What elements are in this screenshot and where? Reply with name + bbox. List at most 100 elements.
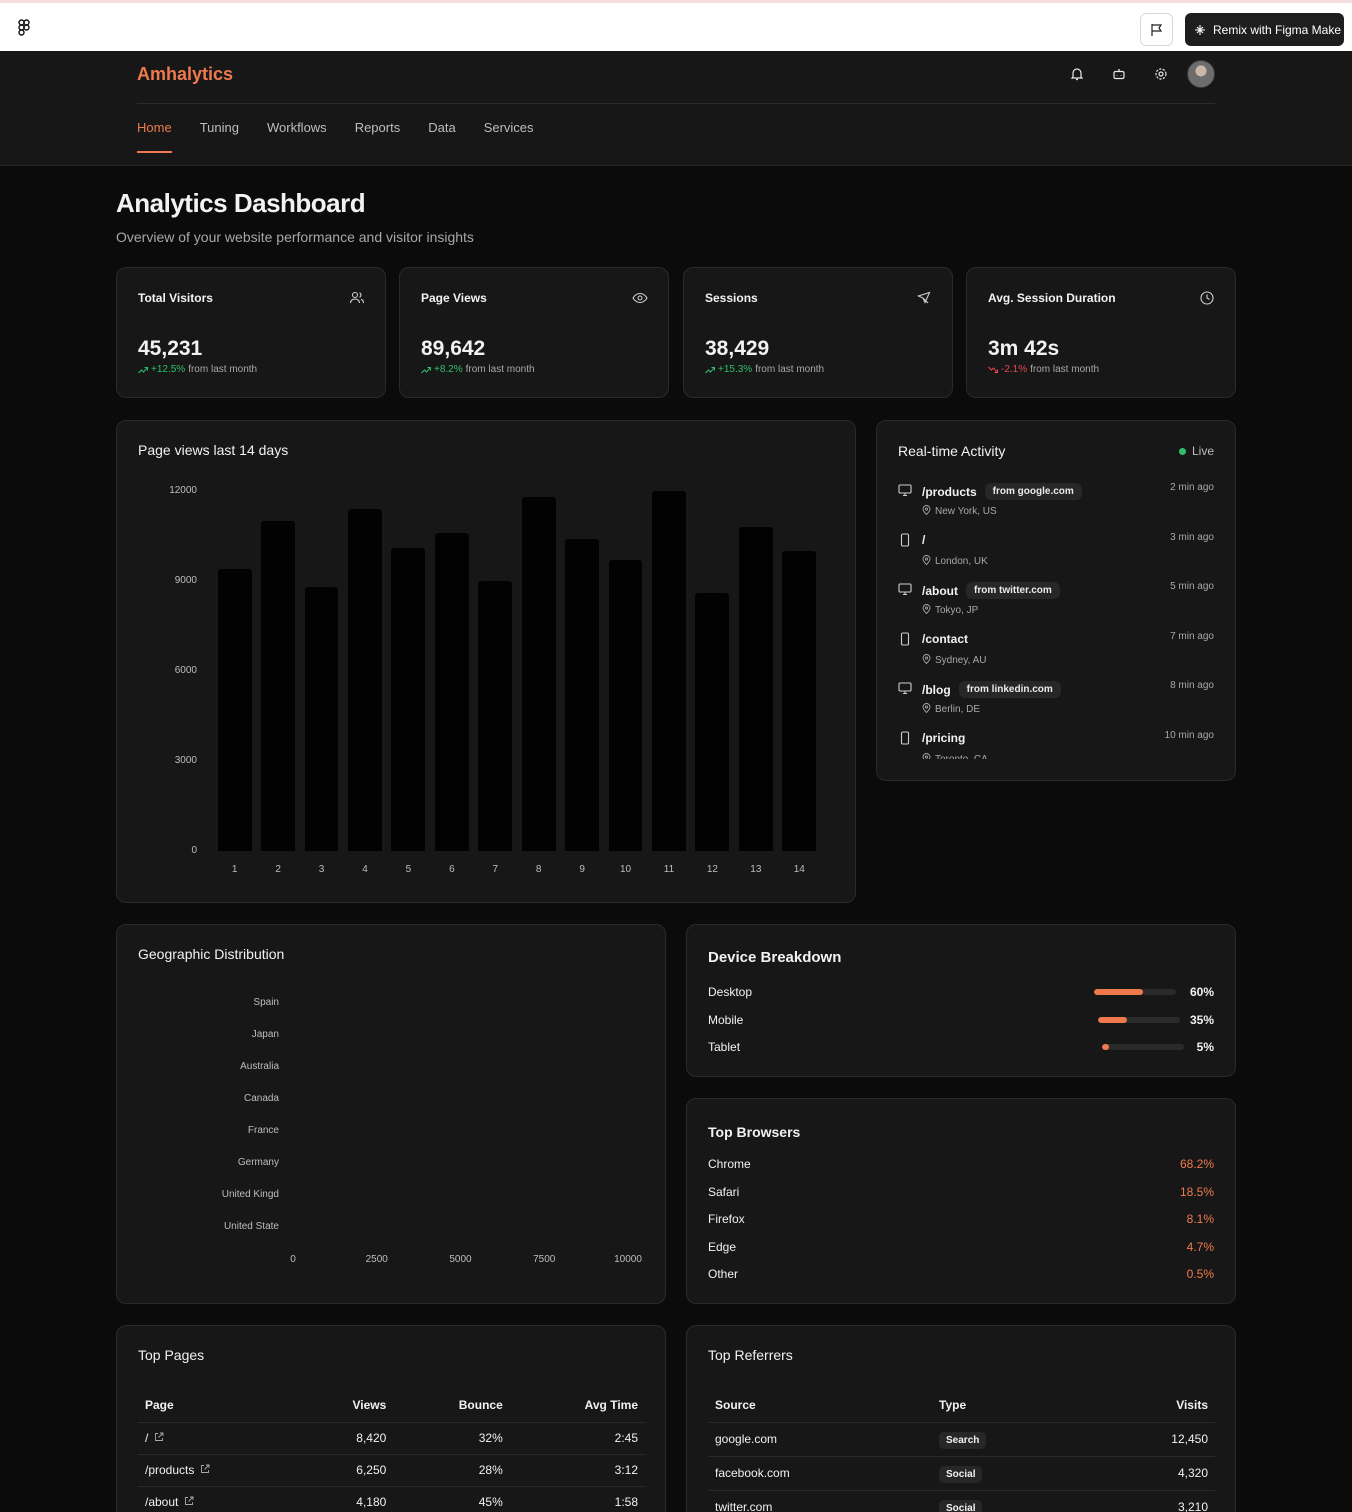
map-pin-icon bbox=[922, 653, 931, 667]
stat-card-pageviews: Page Views 89,642 +8.2% from last month bbox=[399, 267, 669, 398]
activity-item[interactable]: /blog from linkedin.com Berlin, DE 8 min ag… bbox=[898, 677, 1214, 721]
table-row[interactable]: twitter.com Social 3,210 bbox=[708, 1490, 1215, 1512]
feedback-button[interactable] bbox=[1140, 13, 1173, 46]
chart-bar[interactable] bbox=[782, 551, 817, 851]
type-cell: Social bbox=[932, 1490, 1087, 1512]
geo-country-label: Spain bbox=[253, 997, 279, 1008]
browser-row: Safari 18.5% bbox=[708, 1185, 1214, 1199]
mobile-icon bbox=[898, 632, 912, 646]
brand-logo[interactable]: Amhalytics bbox=[137, 64, 233, 85]
figma-logo-icon[interactable] bbox=[16, 19, 32, 37]
settings-button[interactable] bbox=[1152, 65, 1170, 83]
activity-time: 2 min ago bbox=[1170, 482, 1214, 493]
browser-name: Safari bbox=[708, 1184, 740, 1199]
device-name: Tablet bbox=[708, 1040, 741, 1054]
x-axis-tick: 5 bbox=[405, 864, 412, 875]
table-row[interactable]: facebook.com Social 4,320 bbox=[708, 1456, 1215, 1491]
chart-bar[interactable] bbox=[391, 548, 426, 851]
activity-item[interactable]: /products from google.com New York, US 2 mi… bbox=[898, 479, 1214, 523]
browser-row: Chrome 68.2% bbox=[708, 1157, 1214, 1171]
nav-tab-reports[interactable]: Reports bbox=[355, 120, 401, 153]
geo-country-label: Canada bbox=[243, 1093, 279, 1104]
table-row[interactable]: / 8,420 32% 2:45 bbox=[138, 1422, 645, 1455]
map-pin-icon bbox=[922, 604, 931, 617]
activity-item[interactable]: /pricing Toronto, CA 10 min ago bbox=[898, 727, 1214, 759]
col-visits: Visits bbox=[1086, 1388, 1215, 1423]
activity-item[interactable]: /about from twitter.com Tokyo, JP 5 min ago bbox=[898, 578, 1214, 622]
table-row[interactable]: /about 4,180 45% 1:58 bbox=[138, 1486, 645, 1512]
type-cell: Social bbox=[932, 1456, 1087, 1491]
activity-list[interactable]: /products from google.com New York, US 2 mi… bbox=[898, 479, 1214, 759]
browser-name: Edge bbox=[708, 1239, 737, 1254]
activity-item[interactable]: /contact Sydney, AU 7 min ago bbox=[898, 628, 1214, 672]
chart-bar[interactable] bbox=[348, 509, 382, 851]
device-breakdown-card: Device Breakdown Desktop 60% Mobile 35% Tabl… bbox=[686, 924, 1236, 1077]
col-page: Page bbox=[138, 1388, 298, 1423]
nav-tab-workflows[interactable]: Workflows bbox=[267, 120, 327, 153]
chart-bar[interactable] bbox=[217, 569, 252, 851]
eye-icon bbox=[632, 292, 648, 304]
page-path[interactable]: / bbox=[145, 1431, 148, 1445]
x-axis-tick: 2 bbox=[275, 864, 281, 875]
browser-share: 18.5% bbox=[1179, 1184, 1214, 1199]
trend-down-icon bbox=[988, 366, 998, 373]
stat-change: -2.1% from last month bbox=[988, 364, 1099, 375]
activity-time: 10 min ago bbox=[1164, 730, 1214, 741]
top-referrers-table: Source Type Visits google.com Search 12,45… bbox=[708, 1388, 1215, 1512]
stat-label: Sessions bbox=[705, 291, 758, 305]
x-axis-tick: 11 bbox=[663, 864, 675, 875]
remix-button[interactable]: Remix with Figma Make bbox=[1185, 13, 1344, 46]
external-link-icon[interactable] bbox=[200, 1463, 210, 1477]
table-row[interactable]: google.com Search 12,450 bbox=[708, 1422, 1215, 1457]
page-path[interactable]: /products bbox=[145, 1463, 194, 1477]
device-progress-fill bbox=[1102, 1044, 1109, 1050]
activity-page: /blog from linkedin.com bbox=[922, 681, 1061, 699]
device-percent: 60% bbox=[1189, 985, 1214, 999]
stat-label: Page Views bbox=[421, 291, 487, 305]
bounce-cell: 28% bbox=[393, 1454, 510, 1487]
views-cell: 8,420 bbox=[297, 1422, 394, 1455]
chart-bar[interactable] bbox=[608, 560, 643, 851]
chart-bar[interactable] bbox=[521, 497, 556, 851]
table-row[interactable]: /products 6,250 28% 3:12 bbox=[138, 1454, 645, 1487]
y-axis-tick: 12000 bbox=[169, 485, 197, 496]
nav-tab-services[interactable]: Services bbox=[484, 120, 534, 153]
activity-page: /products from google.com bbox=[922, 483, 1082, 500]
chart-bar[interactable] bbox=[478, 581, 513, 851]
chart-bar[interactable] bbox=[434, 533, 469, 851]
browsers-title: Top Browsers bbox=[708, 1124, 801, 1140]
x-axis-tick: 3 bbox=[318, 864, 325, 875]
y-axis-tick: 6000 bbox=[174, 665, 197, 676]
page-path[interactable]: /about bbox=[145, 1495, 178, 1509]
external-link-icon[interactable] bbox=[184, 1495, 194, 1509]
type-badge: Social bbox=[939, 1500, 983, 1512]
flag-icon bbox=[1150, 23, 1162, 36]
device-progress-track bbox=[1094, 989, 1176, 995]
activity-location-text: Sydney, AU bbox=[935, 654, 987, 666]
desktop-icon bbox=[898, 483, 912, 497]
stat-card-duration: Avg. Session Duration 3m 42s -2.1% from … bbox=[966, 267, 1236, 398]
nav-tab-tuning[interactable]: Tuning bbox=[200, 120, 239, 153]
chart-bar[interactable] bbox=[652, 491, 686, 851]
chart-bar[interactable] bbox=[565, 539, 600, 851]
activity-item[interactable]: / London, UK 3 min ago bbox=[898, 529, 1214, 573]
chart-bar[interactable] bbox=[695, 593, 730, 851]
activity-time: 7 min ago bbox=[1170, 630, 1214, 642]
chart-bar[interactable] bbox=[304, 587, 339, 851]
nav-tab-home[interactable]: Home bbox=[137, 120, 172, 153]
device-progress-fill bbox=[1098, 1016, 1127, 1023]
x-axis-tick: 12 bbox=[706, 864, 718, 875]
external-link-icon[interactable] bbox=[154, 1431, 164, 1445]
notifications-button[interactable] bbox=[1068, 65, 1086, 83]
x-axis-tick: 1 bbox=[231, 864, 238, 875]
assistant-button[interactable] bbox=[1110, 65, 1128, 83]
activity-page: /pricing bbox=[922, 731, 965, 745]
chart-bar[interactable] bbox=[738, 527, 773, 851]
map-pin-icon bbox=[922, 554, 931, 568]
trend-up-icon bbox=[138, 366, 148, 373]
chart-bar[interactable] bbox=[261, 521, 296, 851]
user-avatar[interactable] bbox=[1187, 60, 1215, 88]
gear-icon bbox=[1155, 68, 1167, 80]
chart-title: Page views last 14 days bbox=[138, 442, 289, 458]
nav-tab-data[interactable]: Data bbox=[428, 120, 455, 153]
